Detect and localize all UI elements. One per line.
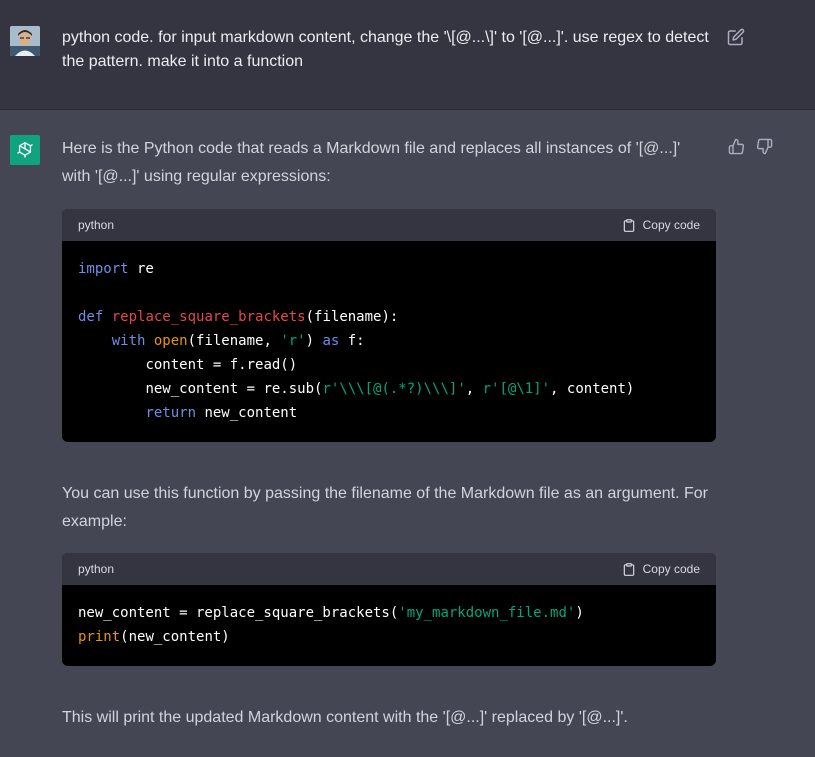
code-token: as: [322, 333, 340, 349]
code-token: return: [145, 405, 197, 421]
assistant-avatar: [10, 135, 40, 165]
code-token: new_content = replace_square_brackets(: [78, 605, 399, 621]
code-token: r'\\\[@(.*?)\\\]': [322, 381, 466, 397]
code-token: print: [78, 629, 121, 645]
code-content: new_content = replace_square_brackets('m…: [62, 585, 716, 665]
user-message-row: python code. for input markdown content,…: [0, 0, 815, 110]
code-token: content = f.read(): [145, 357, 298, 373]
code-block-header: python Copy code: [62, 553, 716, 585]
code-token: new_content: [196, 405, 298, 421]
assistant-intro-text: Here is the Python code that reads a Mar…: [62, 140, 681, 185]
clipboard-icon: [623, 218, 634, 232]
code-token: with: [111, 333, 146, 349]
user-message-text: python code. for input markdown content,…: [62, 29, 709, 70]
code-token: ): [575, 605, 584, 621]
user-photo-icon: [10, 26, 40, 56]
assistant-closing-text: This will print the updated Markdown con…: [62, 709, 628, 726]
code-token: open: [153, 333, 188, 349]
edit-icon[interactable]: [727, 28, 745, 46]
thumbs-down-icon[interactable]: [756, 138, 773, 155]
copy-code-label: Copy code: [642, 562, 700, 576]
code-token: ): [305, 333, 323, 349]
assistant-middle-text: You can use this function by passing the…: [62, 485, 708, 530]
code-token: 'my_markdown_file.md': [398, 605, 576, 621]
assistant-message-row: Here is the Python code that reads a Mar…: [0, 110, 815, 757]
code-token: f:: [339, 333, 365, 349]
code-block: python Copy code new_content = replace_s…: [62, 553, 716, 666]
copy-code-label: Copy code: [642, 218, 700, 232]
code-language-label: python: [78, 562, 115, 576]
code-token: (filename,: [187, 333, 281, 349]
thumbs-up-icon[interactable]: [728, 138, 745, 155]
code-block: python Copy code import re def replace_s…: [62, 209, 716, 442]
code-token: def: [78, 309, 104, 325]
code-token: replace_square_brackets: [111, 309, 306, 325]
code-language-label: python: [78, 218, 115, 232]
openai-logo-icon: [17, 142, 33, 158]
code-token: re: [128, 261, 154, 277]
code-token: ,: [465, 381, 483, 397]
clipboard-icon: [623, 562, 634, 576]
code-token: (new_content): [120, 629, 230, 645]
code-token: import: [78, 261, 129, 277]
copy-code-button[interactable]: Copy code: [622, 562, 700, 577]
code-block-header: python Copy code: [62, 209, 716, 241]
code-content: import re def replace_square_brackets(fi…: [62, 241, 716, 441]
user-avatar: [10, 26, 40, 56]
code-token: , content): [550, 381, 635, 397]
code-token: 'r': [280, 333, 306, 349]
code-token: (filename):: [305, 309, 399, 325]
copy-code-button[interactable]: Copy code: [622, 218, 700, 233]
code-token: r'[@\1]': [482, 381, 551, 397]
code-token: new_content = re.sub(: [145, 381, 323, 397]
